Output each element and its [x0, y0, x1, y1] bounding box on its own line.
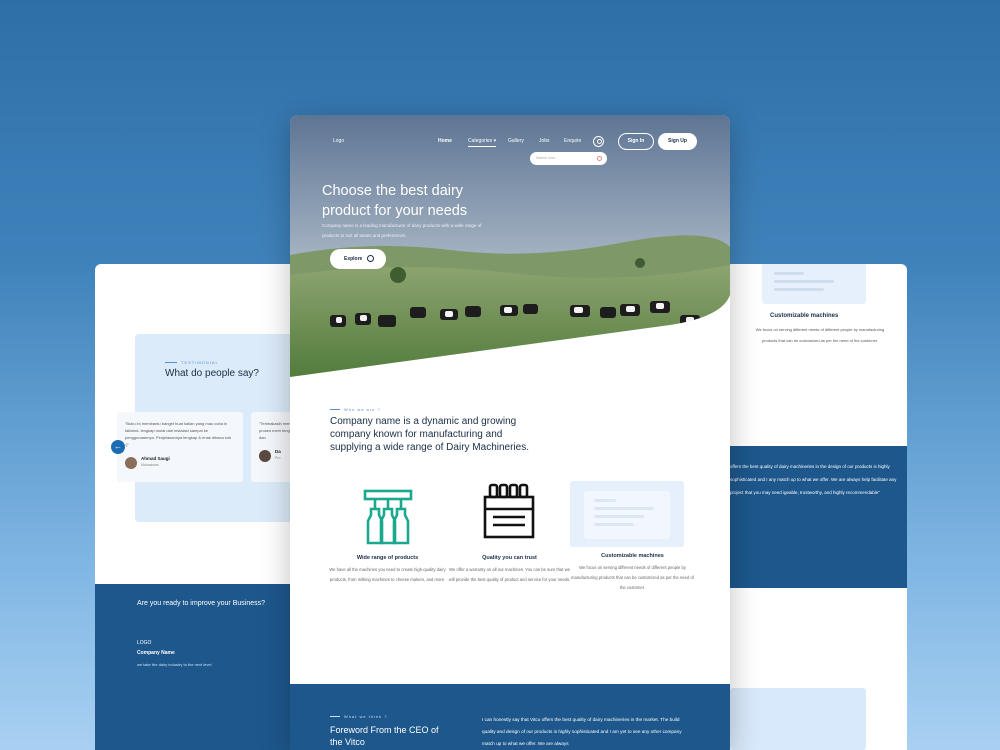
main-page: Logo Home Categories ▾ Gallery Jobs Enqu…: [290, 115, 730, 750]
ceo-quote-text: offers the best quality of dairy machine…: [730, 464, 897, 495]
left-background-page: TESTIMONIAL What do people say? "Buku in…: [95, 264, 310, 750]
feature-card: Quality you can trust We offer a warrant…: [447, 479, 572, 585]
prev-testimonial-button[interactable]: ←: [111, 440, 125, 454]
foreword-section: What we think ? Foreword From the CEO of…: [290, 684, 730, 750]
feature-title: Customizable machines: [601, 553, 664, 559]
cta-heading: Are you ready to improve your Business?: [137, 600, 266, 607]
feature-card: Wide range of products We have all the m…: [325, 479, 450, 585]
testimonial-text: "Buku ini membantu banget buat kalian ya…: [125, 421, 232, 447]
arrow-circle-icon: [367, 255, 374, 262]
author-role: Mahasiswa: [141, 463, 159, 467]
explore-button[interactable]: Explore: [330, 249, 386, 269]
foreword-eyebrow: What we think ?: [330, 714, 387, 719]
footer-company-name: Company Name: [137, 650, 175, 656]
card-placeholder: [762, 264, 866, 304]
about-heading: Company name is a dynamic and growing co…: [330, 416, 529, 453]
feature-description: We focus on serving different needs of d…: [571, 565, 694, 590]
nav-logo[interactable]: Logo: [333, 138, 344, 144]
testimonial-card: "Buku ini membantu banget buat kalian ya…: [117, 412, 243, 482]
bottling-machine-icon: [363, 489, 413, 545]
ceo-quote-text: I can honestly say that Vitco offers the…: [482, 717, 682, 746]
feature-title: Quality you can trust: [482, 555, 537, 561]
right-quote-band: offers the best quality of dairy machine…: [730, 446, 907, 588]
card-placeholder: [570, 481, 684, 547]
feature-description: We offer a warranty on all our machines.…: [448, 567, 571, 582]
caret-down-icon: ▾: [493, 138, 497, 144]
left-footer-band: Are you ready to improve your Business? …: [95, 584, 310, 750]
feature-title: Customizable machines: [770, 313, 839, 319]
avatar: [259, 449, 271, 462]
search-icon[interactable]: [593, 136, 604, 147]
author-role: Pro: [275, 456, 281, 460]
footer-logo: LOGO: [137, 640, 152, 646]
hero-section: Logo Home Categories ▾ Gallery Jobs Enqu…: [290, 115, 730, 383]
right-background-page: Customizable machines We focus on servin…: [730, 264, 907, 750]
feature-card: Customizable machines We focus on servin…: [570, 481, 695, 593]
hero-subtitle: Company name is a leading manufacturer o…: [322, 223, 482, 238]
milk-crate-icon: [483, 483, 535, 539]
search-icon: [597, 156, 602, 161]
feature-title: Wide range of products: [356, 555, 419, 561]
feature-description: We focus on serving different needs of d…: [755, 327, 885, 343]
sign-up-button[interactable]: Sign Up: [658, 133, 697, 150]
pale-block: [730, 688, 866, 750]
nav-jobs[interactable]: Jobs: [539, 138, 550, 144]
nav-gallery[interactable]: Gallery: [508, 138, 524, 144]
nav-enquire[interactable]: Enquire: [564, 138, 581, 144]
explore-label: Explore: [344, 256, 363, 262]
avatar: [125, 456, 137, 469]
feature-description: We have all the machines you need to cre…: [329, 567, 446, 582]
search-placeholder: Search here...: [536, 156, 558, 160]
nav-home[interactable]: Home: [438, 138, 452, 144]
search-input[interactable]: Search here...: [530, 152, 607, 165]
nav-categories[interactable]: Categories ▾: [468, 138, 497, 147]
hero-title: Choose the best dairy product for your n…: [322, 183, 468, 219]
testimonial-heading: What do people say?: [165, 368, 259, 379]
testimonial-eyebrow: TESTIMONIAL: [165, 360, 219, 365]
foreword-heading: Foreword From the CEO of the Vitco: [330, 725, 439, 747]
nav-categories-label: Categories: [468, 138, 493, 144]
footer-tagline: we take the dairy industry to the next l…: [137, 662, 212, 667]
sign-in-button[interactable]: Sign In: [618, 133, 654, 150]
arrow-left-icon: ←: [114, 442, 122, 451]
about-eyebrow: Who we are ?: [330, 407, 381, 412]
